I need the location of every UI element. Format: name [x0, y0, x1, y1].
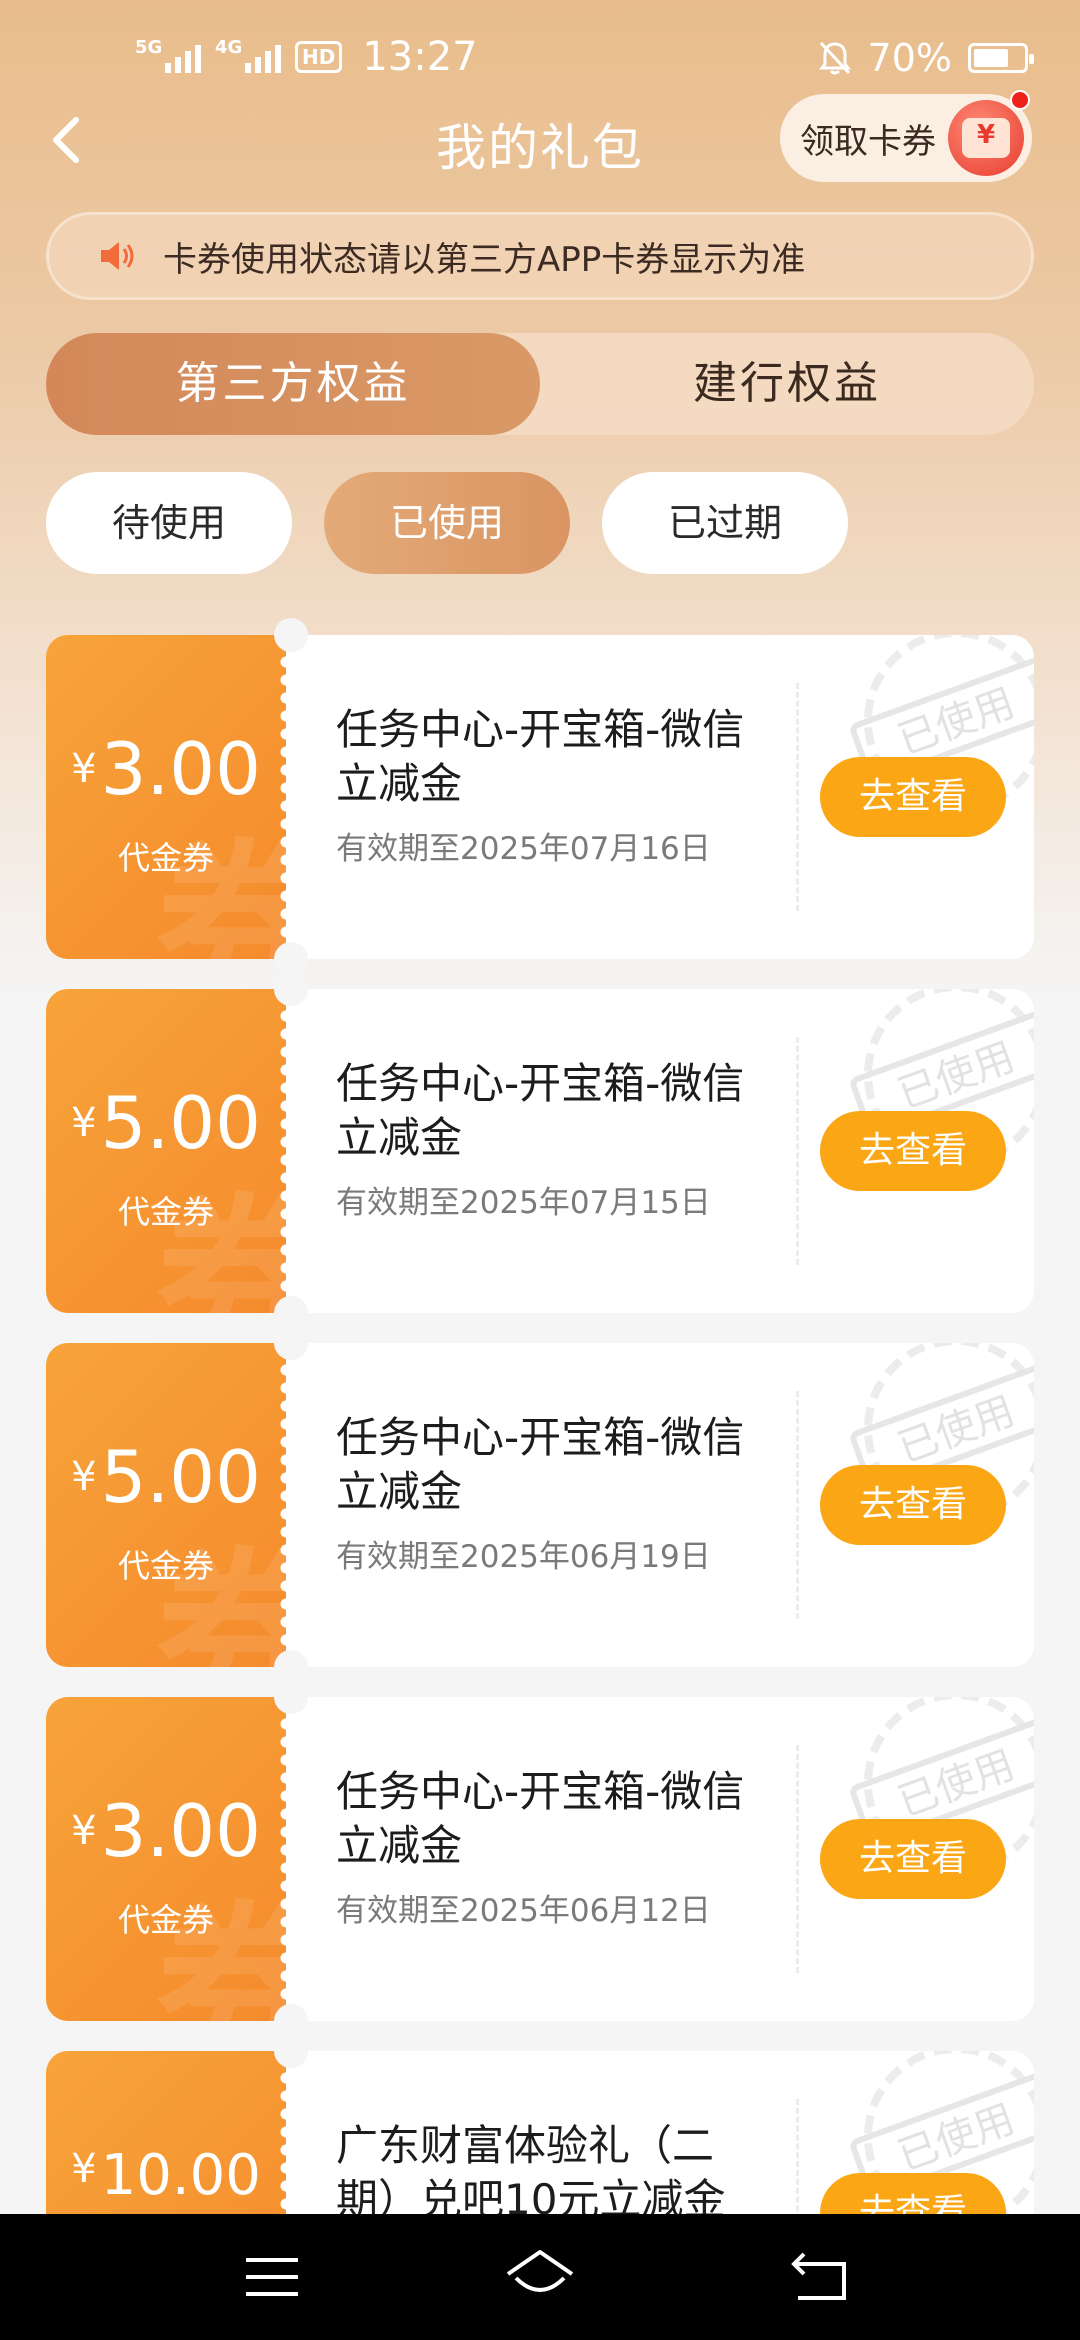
coupon-type: 代金券 [117, 1547, 214, 1585]
currency-symbol: ¥ [71, 1454, 97, 1500]
coupon-title: 任务中心-开宝箱-微信立减金 [336, 705, 745, 808]
mute-bell-icon [818, 41, 851, 75]
coupon-amount: ¥10.00 [46, 2143, 286, 2208]
view-coupon-button[interactable]: 去查看 [820, 1819, 1006, 1899]
coupon-card: 券 ¥3.00 代金券 任务中心-开宝箱-微信立减金 有效期至2025年06月1… [46, 1680, 1034, 2038]
currency-symbol: ¥ [71, 746, 97, 792]
currency-symbol: ¥ [71, 1808, 97, 1854]
menu-icon [246, 2258, 298, 2296]
coupon-card: 券 ¥3.00 代金券 任务中心-开宝箱-微信立减金 有效期至2025年07月1… [46, 618, 1034, 976]
coupon-type: 代金券 [117, 1901, 214, 1939]
tab-ccb[interactable]: 建行权益 [540, 333, 1034, 435]
view-coupon-button[interactable]: 去查看 [820, 757, 1006, 837]
coupon-amount-value: 3.00 [100, 727, 261, 811]
status-time: 13:27 [362, 34, 478, 80]
coupon-list: 券 ¥3.00 代金券 任务中心-开宝箱-微信立减金 有效期至2025年07月1… [46, 618, 1034, 2340]
signal-4g-icon: 4G [215, 37, 281, 73]
coupon-amount-value: 10.00 [100, 2143, 261, 2208]
coupon-expiry: 有效期至2025年07月16日 [336, 831, 711, 867]
coupon-expiry: 有效期至2025年06月12日 [336, 1893, 711, 1929]
status-left: 5G 4G HD 13:27 [135, 34, 478, 80]
currency-symbol: ¥ [71, 2146, 97, 2192]
hd-voice-icon: HD [295, 41, 343, 73]
view-coupon-button[interactable]: 去查看 [820, 1465, 1006, 1545]
notification-dot [1010, 90, 1030, 110]
coupon-title: 广东财富体验礼（二期）兑吧10元立减金 [336, 2121, 726, 2224]
coupon-title: 任务中心-开宝箱-微信立减金 [336, 1059, 745, 1162]
coupon-expiry: 有效期至2025年06月19日 [336, 1539, 711, 1575]
notice-banner: 卡券使用状态请以第三方APP卡券显示为准 [46, 212, 1034, 300]
view-coupon-button[interactable]: 去查看 [820, 1111, 1006, 1191]
nav-home-button[interactable] [500, 2244, 580, 2310]
coupon-detail-panel: 任务中心-开宝箱-微信立减金 有效期至2025年06月12日 已使用 去查看 [286, 1697, 1034, 2021]
coupon-amount-value: 5.00 [100, 1081, 261, 1165]
speaker-icon [101, 242, 134, 270]
page-header: 我的礼包 领取卡券 ¥ [0, 90, 1080, 190]
back-icon [791, 2252, 846, 2300]
coupon-value-panel: 券 ¥3.00 代金券 [46, 635, 286, 959]
filter-pending[interactable]: 待使用 [46, 472, 292, 574]
coupon-title: 任务中心-开宝箱-微信立减金 [336, 1767, 745, 1870]
coupon-value-panel: 券 ¥3.00 代金券 [46, 1697, 286, 2021]
coupon-card: 券 ¥5.00 代金券 任务中心-开宝箱-微信立减金 有效期至2025年06月1… [46, 1326, 1034, 1684]
coupon-expiry: 有效期至2025年07月15日 [336, 1185, 711, 1221]
nav-menu-button[interactable] [232, 2244, 312, 2310]
coupon-amount-value: 3.00 [100, 1789, 261, 1873]
battery-icon [968, 43, 1034, 73]
tab-third-party[interactable]: 第三方权益 [46, 333, 540, 435]
benefit-tabs: 第三方权益 建行权益 [46, 333, 1034, 435]
coupon-type: 代金券 [117, 1193, 214, 1231]
coupon-amount: ¥3.00 [46, 1789, 286, 1873]
coupon-detail-panel: 任务中心-开宝箱-微信立减金 有效期至2025年07月16日 已使用 去查看 [286, 635, 1034, 959]
claim-coupon-button[interactable]: 领取卡券 ¥ [780, 90, 1032, 182]
coupon-title: 任务中心-开宝箱-微信立减金 [336, 1413, 745, 1516]
system-nav-bar [0, 2214, 1080, 2340]
coupon-value-panel: 券 ¥5.00 代金券 [46, 989, 286, 1313]
coupon-amount: ¥3.00 [46, 727, 286, 811]
status-right: 70% [818, 36, 1034, 80]
nav-back-button[interactable] [782, 2244, 862, 2310]
coupon-type: 代金券 [117, 839, 214, 877]
coupon-amount: ¥5.00 [46, 1435, 286, 1519]
red-wallet-icon: ¥ [948, 100, 1024, 176]
currency-symbol: ¥ [71, 1100, 97, 1146]
coupon-card: 券 ¥5.00 代金券 任务中心-开宝箱-微信立减金 有效期至2025年07月1… [46, 972, 1034, 1330]
coupon-value-panel: 券 ¥5.00 代金券 [46, 1343, 286, 1667]
wallet-yen-symbol: ¥ [976, 120, 996, 150]
coupon-amount-value: 5.00 [100, 1435, 261, 1519]
notice-text: 卡券使用状态请以第三方APP卡券显示为准 [163, 239, 806, 280]
filter-used[interactable]: 已使用 [324, 472, 570, 574]
home-icon [506, 2250, 574, 2292]
coupon-amount: ¥5.00 [46, 1081, 286, 1165]
coupon-detail-panel: 任务中心-开宝箱-微信立减金 有效期至2025年06月19日 已使用 去查看 [286, 1343, 1034, 1667]
battery-percent: 70% [867, 36, 952, 80]
signal-5g-icon: 5G [135, 37, 201, 73]
claim-coupon-label: 领取卡券 [800, 121, 936, 162]
network-label-2: 4G [215, 37, 243, 58]
battery-fill [974, 49, 1008, 67]
filter-expired[interactable]: 已过期 [602, 472, 848, 574]
network-label-1: 5G [135, 37, 163, 58]
coupon-detail-panel: 任务中心-开宝箱-微信立减金 有效期至2025年07月15日 已使用 去查看 [286, 989, 1034, 1313]
